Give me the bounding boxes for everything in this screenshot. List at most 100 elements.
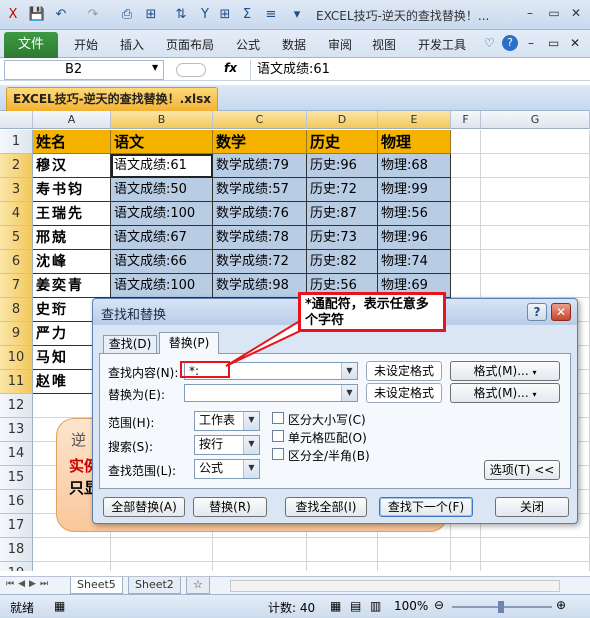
replace-format-button[interactable]: 格式(M)... ▾ xyxy=(450,383,560,403)
find-all-button[interactable]: 查找全部(I) xyxy=(285,497,367,517)
name-box[interactable]: B2 xyxy=(4,60,164,80)
empty-cell[interactable] xyxy=(451,154,481,178)
empty-cell[interactable] xyxy=(481,226,590,250)
formula-bar-resize-handle[interactable] xyxy=(176,63,206,77)
formula-input[interactable]: 语文成绩:61 xyxy=(250,60,586,80)
page-layout-view-icon[interactable]: ▤ xyxy=(350,599,361,613)
match-width-checkbox[interactable] xyxy=(272,448,284,460)
find-format-button[interactable]: 格式(M)... ▾ xyxy=(450,361,560,381)
row-header[interactable]: 9 xyxy=(0,322,33,346)
match-cell-checkbox[interactable] xyxy=(272,430,284,442)
header-cell[interactable]: 语文 xyxy=(111,130,213,154)
tab-home[interactable]: 开始 xyxy=(74,36,98,53)
find-next-button[interactable]: 查找下一个(F) xyxy=(379,497,473,517)
row-header[interactable]: 3 xyxy=(0,178,33,202)
normal-view-icon[interactable]: ▦ xyxy=(330,599,341,613)
name-cell[interactable]: 寿书钧 xyxy=(33,178,111,202)
name-cell[interactable]: 沈峰 xyxy=(33,250,111,274)
row-header[interactable]: 12 xyxy=(0,394,33,418)
merge-icon[interactable]: ≡ xyxy=(262,6,280,24)
tab-insert[interactable]: 插入 xyxy=(120,36,144,53)
options-button[interactable]: 选项(T) << xyxy=(484,460,560,480)
empty-cell[interactable] xyxy=(307,562,378,571)
data-cell[interactable]: 物理:99 xyxy=(378,178,451,202)
close-icon[interactable]: ✕ xyxy=(551,303,571,321)
replace-button[interactable]: 替换(R) xyxy=(193,497,267,517)
name-cell[interactable]: 穆汉 xyxy=(33,154,111,178)
empty-cell[interactable] xyxy=(111,562,213,571)
tab-developer[interactable]: 开发工具 xyxy=(418,36,466,53)
data-cell[interactable]: 物理:68 xyxy=(378,154,451,178)
empty-cell[interactable] xyxy=(451,562,481,571)
tab-review[interactable]: 审阅 xyxy=(328,36,352,53)
sum-icon[interactable]: Σ xyxy=(238,6,256,24)
chevron-down-icon[interactable]: ▼ xyxy=(341,385,357,401)
empty-cell[interactable] xyxy=(451,250,481,274)
empty-cell[interactable] xyxy=(481,154,590,178)
header-cell[interactable]: 数学 xyxy=(213,130,307,154)
tab-file[interactable]: 文件 xyxy=(4,32,58,58)
column-header[interactable]: F xyxy=(451,111,481,129)
tab-view[interactable]: 视图 xyxy=(372,36,396,53)
row-header[interactable]: 7 xyxy=(0,274,33,298)
column-header[interactable]: D xyxy=(307,111,378,129)
empty-cell[interactable] xyxy=(378,538,451,562)
help-icon[interactable]: ? xyxy=(502,35,518,51)
name-cell[interactable]: 王瑞先 xyxy=(33,202,111,226)
data-cell[interactable]: 语文成绩:66 xyxy=(111,250,213,274)
column-header[interactable]: C xyxy=(213,111,307,129)
mdi-minimize-icon[interactable]: – xyxy=(528,36,534,50)
row-header[interactable]: 13 xyxy=(0,418,33,442)
mdi-close-icon[interactable]: ✕ xyxy=(570,36,580,50)
row-header[interactable]: 14 xyxy=(0,442,33,466)
data-cell[interactable]: 语文成绩:100 xyxy=(111,202,213,226)
tab-formulas[interactable]: 公式 xyxy=(236,36,260,53)
column-header[interactable]: E xyxy=(378,111,451,129)
row-header[interactable]: 10 xyxy=(0,346,33,370)
data-cell[interactable]: 数学成绩:76 xyxy=(213,202,307,226)
tab-replace[interactable]: 替换(P) xyxy=(159,332,219,354)
data-cell[interactable]: 数学成绩:78 xyxy=(213,226,307,250)
within-select[interactable]: 工作表 ▼ xyxy=(194,411,260,431)
row-header[interactable]: 19 xyxy=(0,562,33,571)
format-icon[interactable]: ⊞ xyxy=(142,6,160,24)
empty-cell[interactable] xyxy=(111,538,213,562)
empty-cell[interactable] xyxy=(451,130,481,154)
chevron-down-icon[interactable]: ▼ xyxy=(243,412,259,430)
new-sheet-icon[interactable]: ☆ xyxy=(186,577,210,594)
save-icon[interactable]: 💾 xyxy=(28,6,46,24)
filter-icon[interactable]: Y xyxy=(196,6,214,24)
zoom-slider-thumb[interactable] xyxy=(498,601,504,613)
empty-cell[interactable] xyxy=(213,538,307,562)
row-header[interactable]: 5 xyxy=(0,226,33,250)
chevron-down-icon[interactable]: ▼ xyxy=(243,436,259,454)
name-cell[interactable]: 邢兢 xyxy=(33,226,111,250)
tab-find[interactable]: 查找(D) xyxy=(103,335,157,353)
customize-icon[interactable]: ▾ xyxy=(290,6,304,24)
select-all-corner[interactable] xyxy=(0,111,33,129)
search-select[interactable]: 按行 ▼ xyxy=(194,435,260,455)
help-icon[interactable]: ? xyxy=(527,303,547,321)
data-cell[interactable]: 数学成绩:98 xyxy=(213,274,307,298)
mdi-restore-icon[interactable]: ▭ xyxy=(548,36,559,50)
empty-cell[interactable] xyxy=(451,226,481,250)
fx-icon[interactable]: fx xyxy=(224,61,237,75)
data-cell[interactable]: 历史:82 xyxy=(307,250,378,274)
data-cell[interactable]: 历史:72 xyxy=(307,178,378,202)
sheet-tab[interactable]: Sheet2 xyxy=(128,577,181,594)
sheet-tab[interactable]: Sheet5 xyxy=(70,577,123,594)
restore-icon[interactable]: ▭ xyxy=(544,5,564,23)
empty-cell[interactable] xyxy=(481,562,590,571)
column-header[interactable]: B xyxy=(111,111,213,129)
empty-cell[interactable] xyxy=(451,538,481,562)
replace-all-button[interactable]: 全部替换(A) xyxy=(103,497,185,517)
empty-cell[interactable] xyxy=(213,562,307,571)
header-cell[interactable]: 物理 xyxy=(378,130,451,154)
print-preview-icon[interactable]: ⎙ xyxy=(118,6,136,24)
column-header[interactable]: A xyxy=(33,111,111,129)
empty-cell[interactable] xyxy=(481,130,590,154)
empty-cell[interactable] xyxy=(307,538,378,562)
header-cell[interactable]: 姓名 xyxy=(33,130,111,154)
row-header[interactable]: 15 xyxy=(0,466,33,490)
row-header[interactable]: 17 xyxy=(0,514,33,538)
